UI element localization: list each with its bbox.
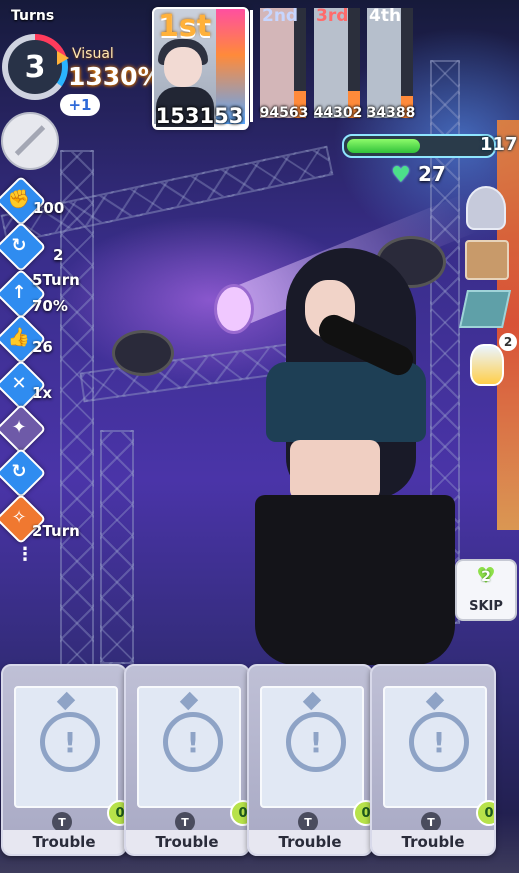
card-name: Trouble <box>3 830 125 854</box>
item-count-badge: 2 <box>499 333 517 351</box>
heart-count: 27 <box>418 162 446 186</box>
trouble-card[interactable]: ! T 0 Trouble <box>124 664 250 856</box>
trouble-card[interactable]: ! T 0 Trouble <box>370 664 496 856</box>
rank-first-card[interactable]: 1st 153153 <box>152 7 249 130</box>
skip-cost: 2 <box>481 569 491 585</box>
rank-first-face <box>164 47 202 87</box>
buff-value: 100 <box>33 199 65 217</box>
burst-icon <box>302 691 322 711</box>
burst-icon <box>179 691 199 711</box>
card-art: ! <box>137 686 241 808</box>
card-type-badge: T <box>52 812 72 832</box>
turn-counter-value: 3 <box>8 40 62 94</box>
clock-number-icon: ! <box>309 725 323 759</box>
skip-label: SKIP <box>469 599 503 614</box>
buff-value: 5Turn <box>32 271 80 289</box>
stamina-value: 117 <box>480 134 518 155</box>
card-name: Trouble <box>126 830 248 854</box>
clock-number-icon: ! <box>432 725 446 759</box>
card-name: Trouble <box>372 830 494 854</box>
clock-number-icon: ! <box>186 725 200 759</box>
stamina-bar <box>342 134 496 158</box>
rank-score: 34388 <box>366 105 416 121</box>
rank-score: 44302 <box>313 105 363 121</box>
rank-separator <box>250 10 253 122</box>
card-type-badge: T <box>298 812 318 832</box>
buff-value: 1x <box>32 384 53 402</box>
stage-lamp-left <box>112 330 174 376</box>
card-art: ! <box>260 686 364 808</box>
card-hand: ! T 0 Trouble! T 0 Trouble! T 0 Trouble! T 0 Trouble <box>0 664 519 856</box>
card-type-badge: T <box>175 812 195 832</box>
card-type-badge: T <box>421 812 441 832</box>
card-name: Trouble <box>249 830 371 854</box>
buff-value: 2Turn <box>32 522 80 540</box>
plus-badge: +1 <box>60 94 100 116</box>
rank-place: 3rd <box>316 6 349 26</box>
buff-refresh-2[interactable]: ↻ <box>0 447 47 499</box>
buff-purple-skill[interactable]: ✦ <box>0 403 47 455</box>
refresh-icon: ↻ <box>11 460 27 482</box>
buff-value: 26 <box>32 338 53 356</box>
book-item-icon[interactable] <box>458 290 512 328</box>
card-cost-badge: 0 <box>476 800 494 826</box>
rank-first-score: 153153 <box>155 104 244 128</box>
turns-label: Turns <box>11 8 55 24</box>
character-torso <box>290 440 380 500</box>
card-art: ! <box>14 686 118 808</box>
prohibited-icon[interactable] <box>1 112 59 170</box>
trouble-card[interactable]: ! T 0 Trouble <box>247 664 373 856</box>
buff-value: 70% <box>32 297 68 315</box>
rank-first-place: 1st <box>158 9 212 44</box>
gift-box-icon[interactable] <box>465 240 509 280</box>
drink-item-icon[interactable] <box>466 186 506 230</box>
trouble-card[interactable]: ! T 0 Trouble <box>1 664 127 856</box>
rank-place: 4th <box>369 6 402 26</box>
card-art: ! <box>383 686 487 808</box>
turn-counter: 3 <box>2 34 68 100</box>
character-skill-icon: ✦ <box>11 416 27 438</box>
stage-truss-lower <box>100 430 134 664</box>
buff-refresh[interactable]: ↻ <box>0 221 47 273</box>
rank-card-4[interactable]: 4th 34388 <box>367 6 416 121</box>
visual-value: 1330% <box>68 62 163 91</box>
rank-place: 2nd <box>262 6 299 26</box>
spotlight-lamp <box>214 284 254 334</box>
rank-card-2[interactable]: 2nd 94563 <box>260 6 309 121</box>
character-skirt <box>255 495 455 665</box>
stamina-fill <box>347 139 420 153</box>
refresh-icon: ↻ <box>11 234 27 256</box>
burst-icon <box>56 691 76 711</box>
buff-value: 2 <box>53 246 64 264</box>
visual-label: Visual <box>72 46 114 62</box>
potion-item-icon[interactable] <box>470 344 504 386</box>
skip-button[interactable]: ♥ 2 SKIP <box>455 559 517 621</box>
rank-card-3[interactable]: 3rd 44302 <box>314 6 363 121</box>
burst-icon <box>425 691 445 711</box>
rank-score: 94563 <box>259 105 309 121</box>
clock-number-icon: ! <box>63 725 77 759</box>
heart-icon: ♥ <box>391 163 411 188</box>
more-buffs-icon[interactable]: ⋮ <box>16 544 34 565</box>
